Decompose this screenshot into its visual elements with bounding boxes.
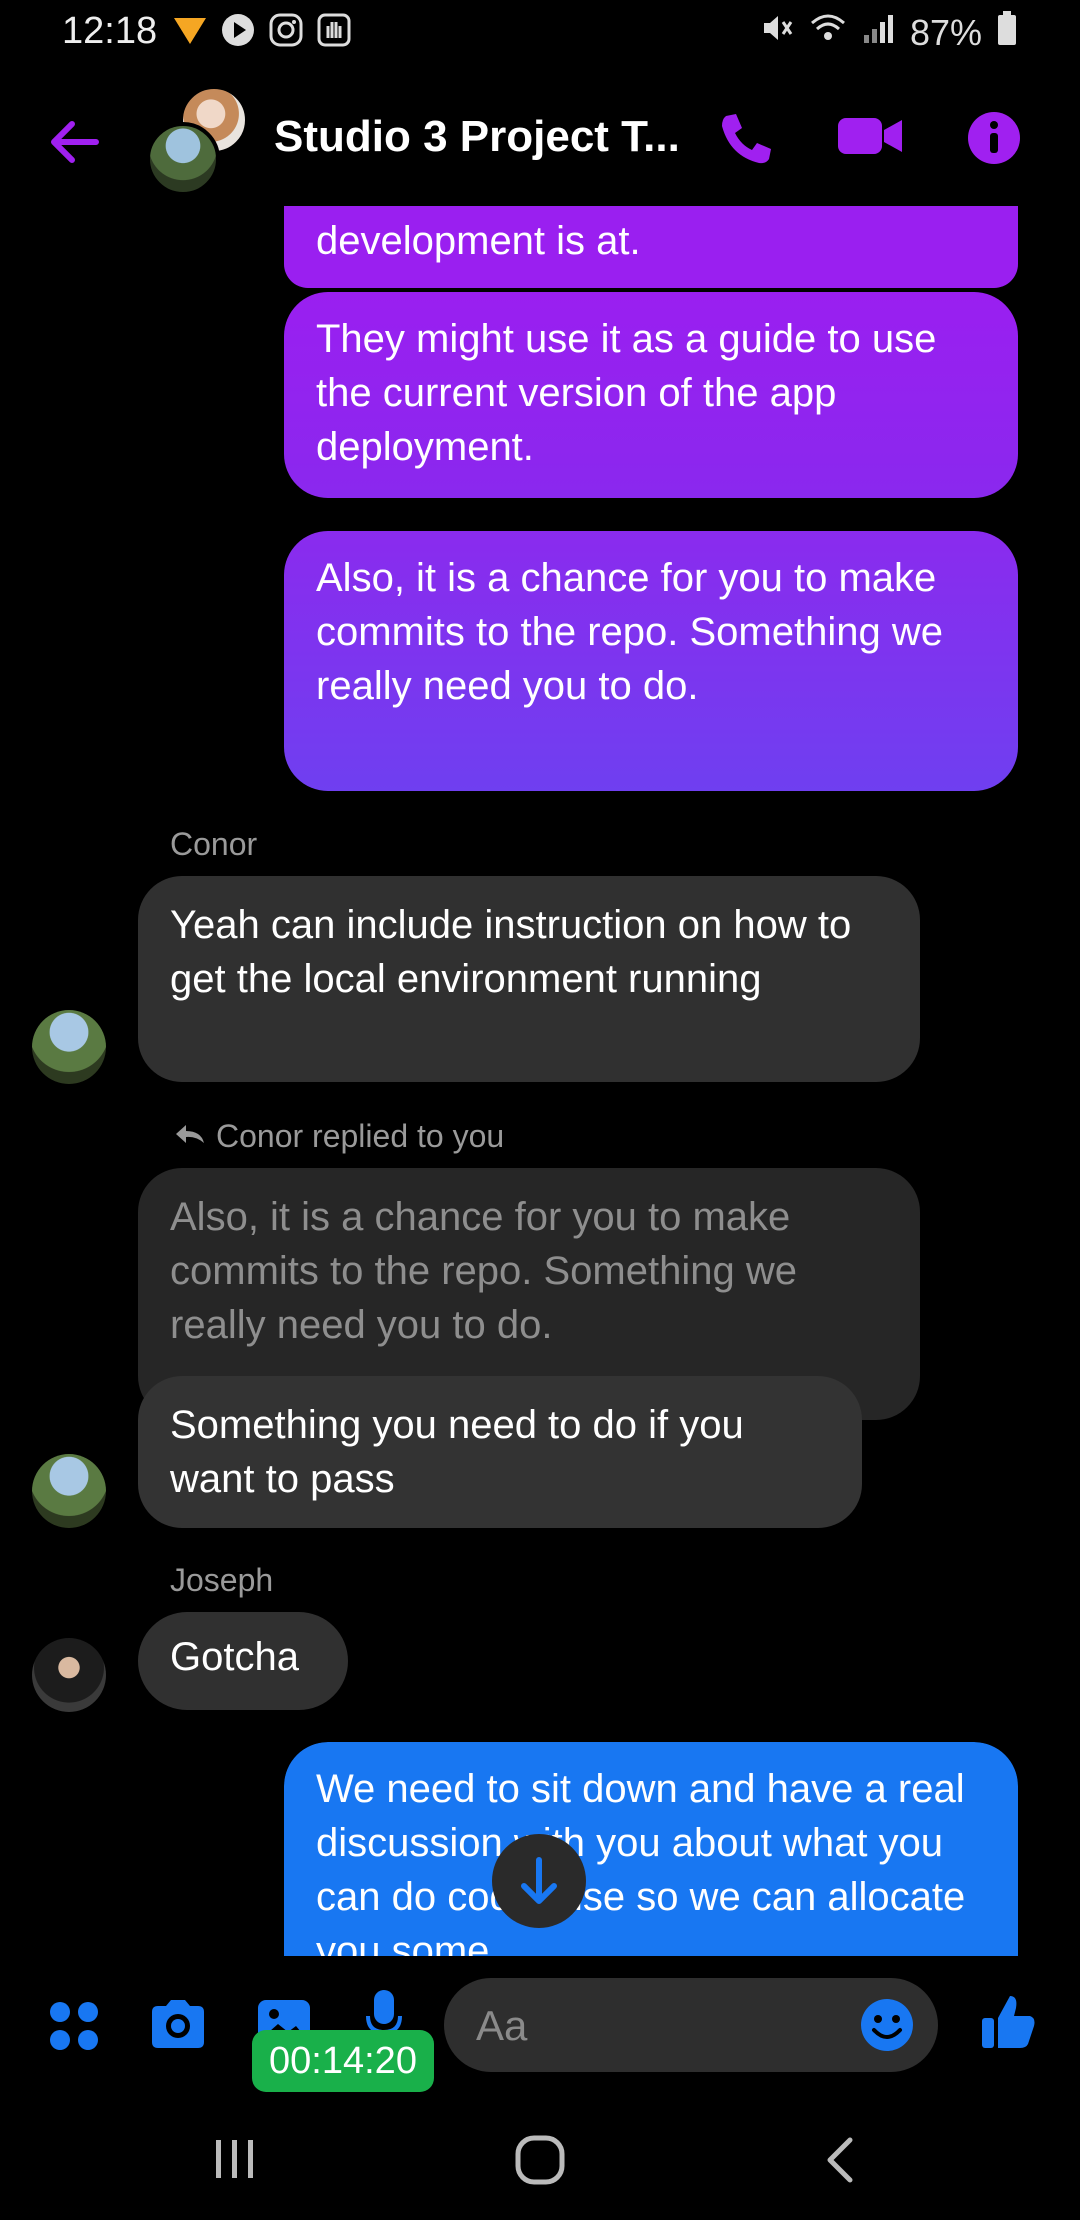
instagram-icon bbox=[268, 12, 304, 48]
status-time: 12:18 bbox=[62, 10, 158, 52]
message-text: We need to sit down and have a real disc… bbox=[316, 1767, 966, 1956]
video-icon[interactable] bbox=[836, 112, 904, 165]
notification-app-icon bbox=[172, 12, 208, 48]
reply-indicator: Conor replied to you bbox=[174, 1118, 504, 1155]
sent-message[interactable]: We need to sit down and have a real disc… bbox=[284, 1742, 1018, 1956]
received-message[interactable]: Yeah can include instruction on how to g… bbox=[138, 876, 920, 1082]
avatar[interactable] bbox=[32, 1638, 106, 1712]
message-text: They might use it as a guide to use the … bbox=[316, 317, 937, 469]
conversation-title[interactable]: Studio 3 Project T... bbox=[274, 112, 680, 162]
sent-message-clip: We need to sit down and have a real disc… bbox=[284, 1742, 1018, 1956]
battery-icon bbox=[996, 10, 1018, 55]
signal-icon bbox=[862, 11, 896, 54]
apps-icon[interactable] bbox=[48, 2000, 100, 2057]
thumbs-up-icon[interactable] bbox=[978, 1992, 1038, 2057]
phone-icon[interactable] bbox=[716, 108, 776, 173]
received-message[interactable]: Gotcha bbox=[138, 1612, 348, 1710]
message-text: Gotcha bbox=[170, 1635, 299, 1679]
camera-icon[interactable] bbox=[148, 1998, 208, 2055]
message-composer: Aa bbox=[0, 1966, 1080, 2086]
group-member-avatar bbox=[146, 122, 220, 196]
group-avatar[interactable] bbox=[146, 86, 248, 196]
battery-percent: 87% bbox=[909, 11, 982, 53]
message-text: Yeah can include instruction on how to g… bbox=[170, 903, 852, 1001]
message-input[interactable]: Aa bbox=[444, 1978, 938, 2072]
recording-timer: 00:14:20 bbox=[252, 2030, 434, 2092]
status-bar: 12:18 87% bbox=[0, 0, 1080, 64]
wifi-icon bbox=[808, 11, 848, 54]
emoji-icon[interactable] bbox=[858, 1996, 916, 2059]
hand-icon bbox=[316, 12, 352, 48]
recent-apps-icon[interactable] bbox=[214, 2136, 258, 2187]
message-text: Also, it is a chance for you to make com… bbox=[316, 556, 943, 708]
sent-message[interactable]: development is at. bbox=[284, 206, 1018, 288]
reply-icon bbox=[174, 1118, 206, 1155]
status-right: 87% bbox=[760, 10, 1018, 55]
back-arrow-icon[interactable] bbox=[46, 114, 102, 170]
sender-name: Joseph bbox=[170, 1562, 274, 1598]
avatar[interactable] bbox=[32, 1454, 106, 1528]
back-nav-icon[interactable] bbox=[822, 2136, 858, 2189]
sender-name: Conor bbox=[170, 826, 258, 862]
mute-icon bbox=[760, 11, 794, 54]
system-nav-bar bbox=[0, 2110, 1080, 2220]
scroll-down-icon[interactable] bbox=[492, 1834, 586, 1928]
message-text: development is at. bbox=[316, 219, 641, 263]
sent-message[interactable]: They might use it as a guide to use the … bbox=[284, 292, 1018, 498]
notification-icons bbox=[172, 12, 352, 48]
quoted-text: Also, it is a chance for you to make com… bbox=[170, 1195, 797, 1347]
home-icon[interactable] bbox=[514, 2134, 566, 2191]
avatar[interactable] bbox=[32, 1010, 106, 1084]
message-input-placeholder: Aa bbox=[476, 2002, 528, 2049]
sent-message[interactable]: Also, it is a chance for you to make com… bbox=[284, 531, 1018, 791]
play-icon bbox=[220, 12, 256, 48]
conversation-header: Studio 3 Project T... bbox=[0, 80, 1080, 210]
info-icon[interactable] bbox=[966, 110, 1022, 171]
reply-label: Conor replied to you bbox=[216, 1118, 505, 1154]
message-text: Something you need to do if you want to … bbox=[170, 1403, 744, 1501]
received-message[interactable]: Something you need to do if you want to … bbox=[138, 1376, 862, 1528]
